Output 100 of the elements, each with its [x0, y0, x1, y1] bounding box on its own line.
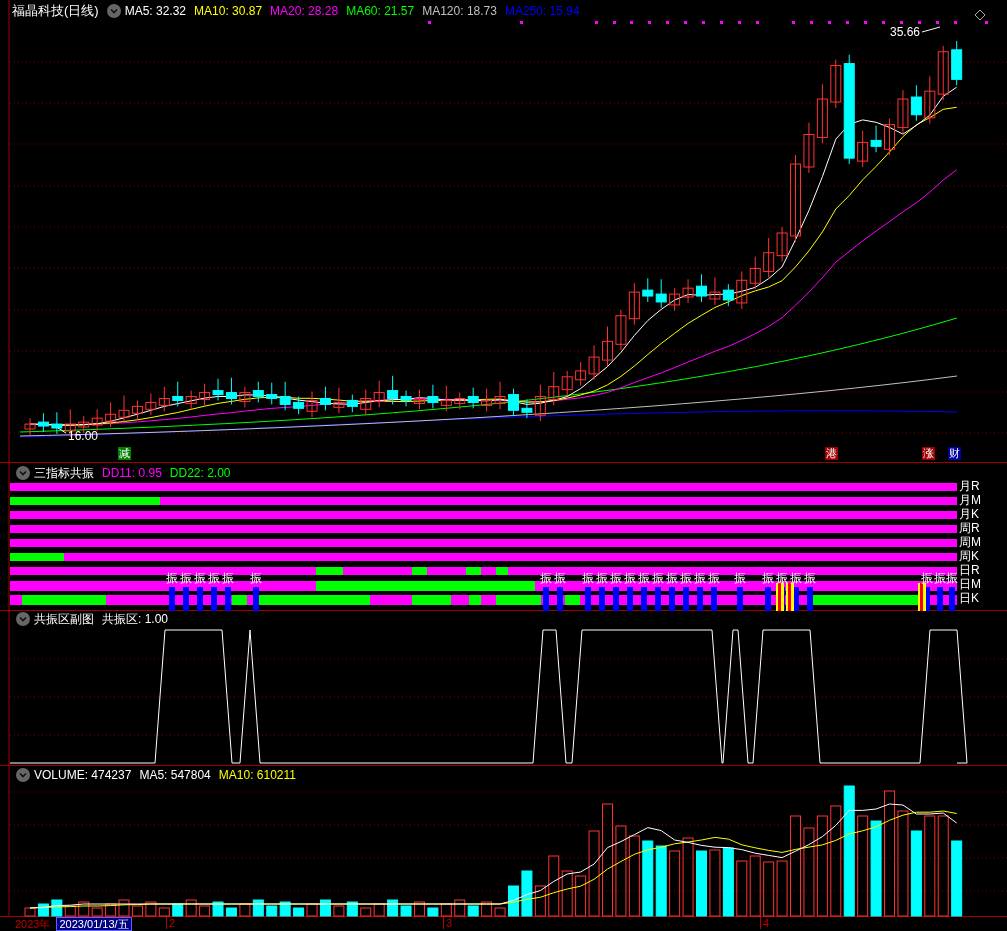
chevron-down-icon[interactable] [16, 768, 30, 783]
candlestick [319, 386, 331, 411]
candlestick [185, 390, 197, 410]
signal-bar [253, 586, 259, 611]
row-label: 日M [959, 576, 981, 591]
candlestick [602, 326, 613, 367]
volume-bar [413, 901, 425, 917]
volume-bar [37, 903, 49, 917]
chevron-down-icon[interactable] [106, 4, 121, 18]
event-marker[interactable]: 涨 [922, 447, 935, 460]
resonance-mark: 振 [666, 571, 678, 585]
candlestick [870, 125, 882, 153]
signal-bar [697, 586, 703, 611]
indicator-value: VOLUME: 474237 [34, 767, 132, 785]
resonance-mark: 振 [596, 571, 608, 585]
resonance-mark: 振 [762, 571, 774, 585]
candlestick [655, 278, 667, 309]
candlestick [561, 370, 573, 396]
signal-bar [599, 586, 605, 611]
signal-bar [169, 586, 175, 611]
candlestick [816, 83, 828, 144]
candlestick [615, 309, 627, 351]
resonance-mark: 振 [921, 571, 933, 585]
candlestick [494, 381, 506, 410]
resonance-mark: 振 [610, 571, 622, 585]
signal-bar [937, 586, 943, 611]
row-label: 周R [959, 520, 980, 535]
resonance-mark: 振 [652, 571, 664, 585]
indicator-value: MA5: 547804 [139, 767, 211, 785]
candlestick [145, 393, 157, 416]
signal-bar [627, 586, 633, 611]
resonance-mark: 振 [708, 571, 720, 585]
signal-bar [765, 586, 771, 611]
candlestick [333, 387, 345, 414]
signal-bar [585, 586, 591, 611]
candlestick [24, 417, 36, 436]
event-marker[interactable]: 港 [825, 447, 838, 460]
candlestick [252, 381, 264, 403]
chevron-down-icon[interactable] [16, 612, 30, 627]
volume-bar [373, 903, 385, 917]
indicator-value: MA10: 30.87 [194, 3, 263, 20]
signal-bar [543, 586, 549, 611]
candlestick [722, 283, 734, 307]
volume-bar [239, 903, 251, 917]
volume-bar [709, 849, 721, 917]
signal-bar [711, 586, 717, 611]
candlestick [118, 395, 130, 424]
candlestick [763, 237, 775, 278]
event-marker[interactable]: 减 [118, 447, 131, 460]
resonance-mark: 振 [194, 571, 206, 585]
candlestick [910, 84, 922, 122]
candlestick [937, 45, 949, 101]
candlestick [239, 386, 251, 408]
candlestick [225, 377, 237, 405]
candlestick [508, 388, 519, 417]
chart-title: 福晶科技(日线) [12, 2, 99, 21]
candlestick [776, 226, 788, 263]
signal-bar [807, 586, 813, 611]
row-label: 周M [959, 534, 981, 549]
resonance-mark: 振 [680, 571, 692, 585]
volume-bar [696, 850, 707, 917]
panel-title: 三指标共振 [34, 464, 94, 482]
candlestick [266, 382, 278, 405]
candlestick [91, 408, 103, 432]
volume-bar [185, 899, 197, 917]
candlestick [884, 118, 895, 156]
diamond-icon[interactable] [974, 9, 986, 21]
resonance-mark: 振 [694, 571, 706, 585]
volume-bar [508, 885, 519, 917]
candlestick [413, 389, 425, 410]
resonance-mark: 振 [222, 571, 234, 585]
candlestick [709, 276, 721, 306]
volume-bar [360, 907, 372, 917]
volume-bar [199, 905, 211, 917]
row-label: 日R [959, 562, 980, 577]
row-label: 月M [959, 492, 981, 507]
candlestick [481, 388, 493, 412]
candlestick [440, 385, 452, 412]
candlestick [172, 381, 184, 407]
chevron-down-icon[interactable] [16, 465, 30, 480]
signal-bar [683, 586, 689, 611]
volume-bar [722, 847, 734, 917]
indicator-value: MA10: 610211 [218, 767, 296, 785]
resonance-mark: 振 [554, 571, 566, 585]
candlestick [212, 378, 224, 401]
candlestick [803, 122, 815, 174]
row-label: 月R [959, 478, 980, 493]
candlestick [669, 287, 681, 312]
candlestick [306, 391, 318, 418]
axis-tick-label: 4 [760, 917, 770, 929]
candlestick [37, 412, 49, 433]
volume-bar [319, 899, 331, 917]
volume-bar [749, 855, 761, 917]
volume-bar [306, 903, 318, 917]
volume-bar [669, 850, 681, 917]
candlestick [628, 282, 640, 326]
indicator-value: MA250: 15.94 [504, 3, 580, 20]
volume-bar [548, 855, 560, 917]
event-marker[interactable]: 财 [948, 447, 961, 460]
resonance-mark: 振 [624, 571, 636, 585]
